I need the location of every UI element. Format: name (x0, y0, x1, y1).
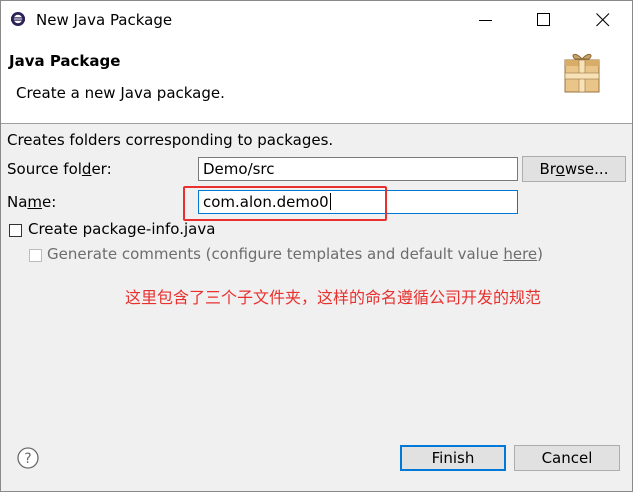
wizard-header: Java Package Create a new Java package. (1, 39, 632, 124)
annotation-highlight-box (183, 186, 387, 221)
browse-button[interactable]: Browse... (522, 156, 626, 182)
maximize-button[interactable] (515, 1, 573, 39)
create-package-info-label: Create package-info.java (28, 220, 216, 238)
eclipse-icon (10, 11, 26, 27)
generate-comments-checkbox[interactable] (29, 249, 42, 262)
title-bar[interactable]: New Java Package (1, 1, 632, 39)
help-icon[interactable]: ? (17, 447, 39, 469)
maximize-icon (537, 13, 550, 26)
source-folder-input[interactable]: Demo/src (198, 157, 518, 181)
generate-comments-label: Generate comments (configure templates a… (47, 245, 544, 263)
close-button[interactable] (574, 1, 632, 39)
minimize-button[interactable] (457, 1, 515, 39)
create-package-info-checkbox[interactable] (9, 224, 22, 237)
page-description: Create a new Java package. (16, 84, 225, 102)
intro-text: Creates folders corresponding to package… (7, 131, 334, 149)
svg-text:?: ? (24, 451, 31, 467)
cancel-button[interactable]: Cancel (514, 445, 620, 471)
templates-link[interactable]: here (503, 245, 537, 263)
finish-button[interactable]: Finish (400, 445, 506, 471)
page-title: Java Package (9, 52, 121, 70)
package-icon (561, 49, 603, 95)
dialog-window: New Java Package Java Package Create a n… (0, 0, 633, 492)
close-icon (596, 13, 610, 27)
source-folder-label: Source folder: (7, 160, 112, 178)
name-label: Name: (7, 193, 57, 211)
annotation-text: 这里包含了三个子文件夹，这样的命名遵循公司开发的规范 (125, 288, 542, 307)
window-title: New Java Package (36, 11, 173, 29)
minimize-icon (479, 20, 492, 21)
